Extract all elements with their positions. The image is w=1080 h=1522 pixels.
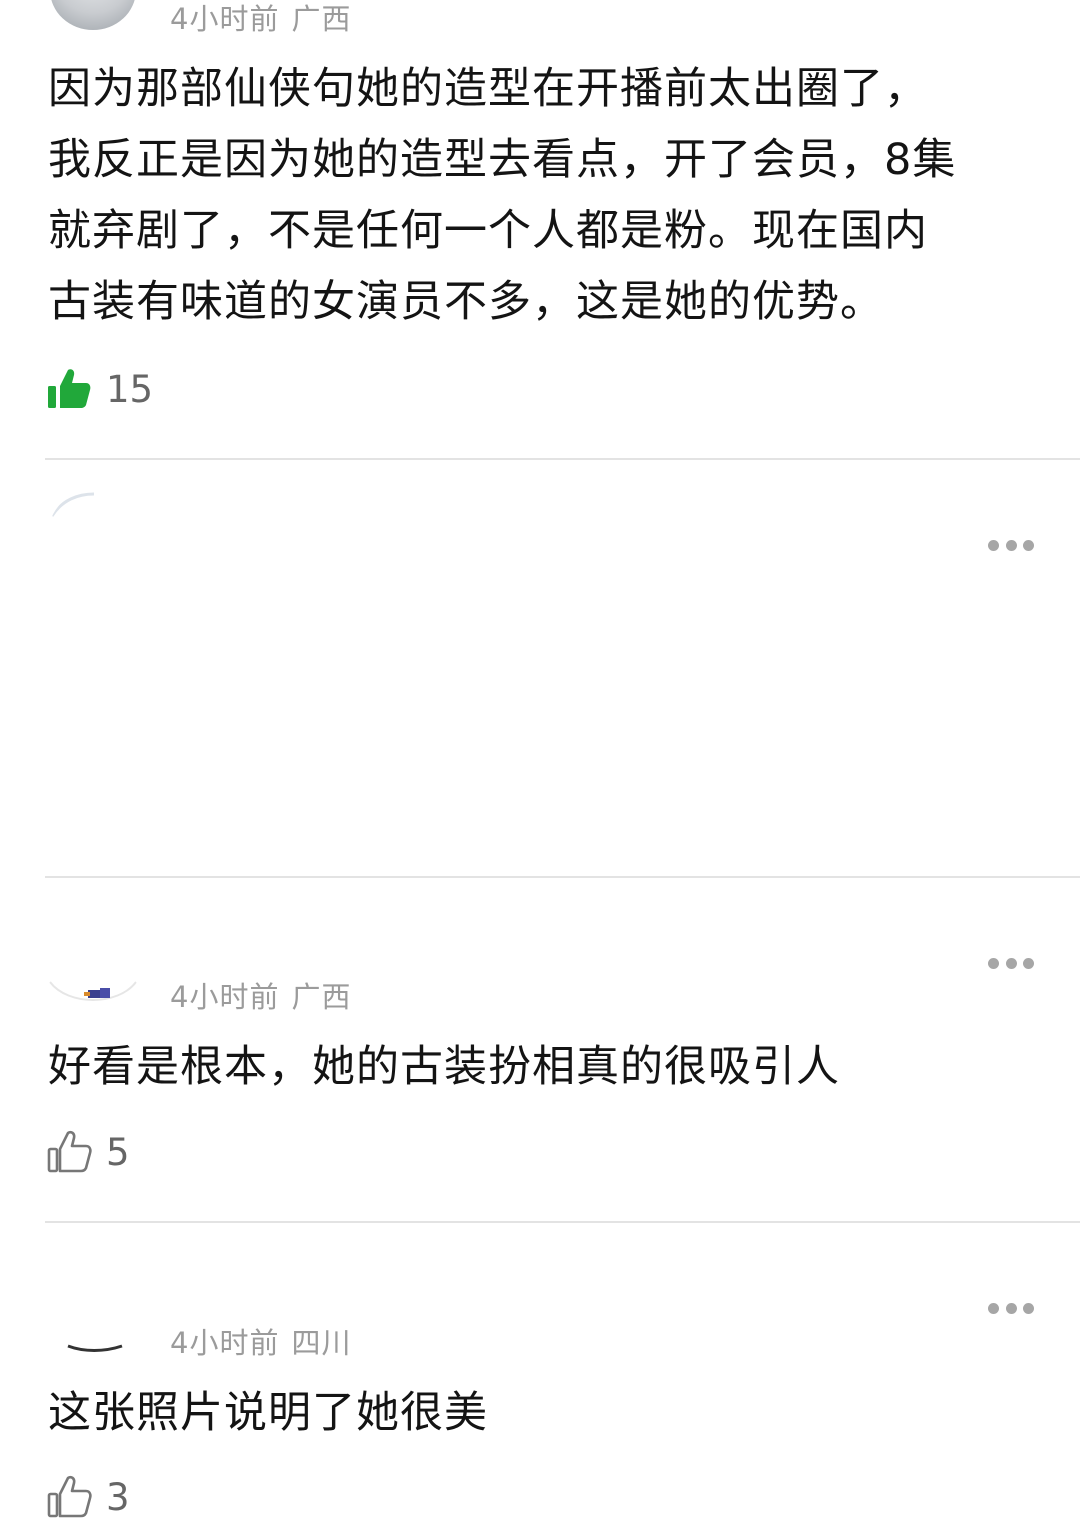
more-options-icon[interactable]: [988, 957, 1034, 969]
comment-time: 4小时前: [170, 2, 280, 36]
comment-location: 四川: [291, 1326, 352, 1360]
thumbs-up-outline-icon: [46, 1474, 92, 1520]
comment-meta: 4小时前 四川: [170, 1320, 351, 1362]
like-button[interactable]: 5: [46, 1127, 130, 1177]
more-options-icon[interactable]: [988, 539, 1034, 551]
more-options-icon[interactable]: [988, 1302, 1034, 1314]
avatar[interactable]: [60, 1320, 130, 1356]
comment-location: 广西: [291, 2, 352, 36]
comment-divider: [45, 458, 1080, 460]
comment-text: 这张照片说明了她很美: [48, 1388, 488, 1438]
comment-text: 因为那部仙侠句她的造型在开播前太出圈了， 我反正是因为她的造型去看点，开了会员，…: [48, 54, 1048, 338]
comment-text-line: 就弃剧了，不是任何一个人都是粉。现在国内: [48, 206, 928, 256]
thumbs-up-outline-icon: [46, 1129, 92, 1175]
comment-text-line: 因为那部仙侠句她的造型在开播前太出圈了，: [48, 64, 928, 114]
like-count: 5: [106, 1130, 130, 1174]
comment-divider: [45, 876, 1080, 878]
avatar[interactable]: [48, 966, 138, 1010]
like-count: 3: [106, 1475, 130, 1519]
avatar[interactable]: [50, 0, 136, 30]
comment-time: 4小时前: [170, 980, 280, 1014]
thumbs-up-filled-icon: [46, 366, 92, 412]
comment-text-line: 古装有味道的女演员不多，这是她的优势。: [48, 277, 884, 327]
comment-time: 4小时前: [170, 1326, 280, 1360]
like-button[interactable]: 3: [46, 1472, 130, 1522]
comment-meta: 4小时前 广西: [170, 974, 351, 1016]
comment-text-line: 我反正是因为她的造型去看点，开了会员，8集: [48, 135, 957, 185]
comment-location: 广西: [291, 980, 352, 1014]
avatar[interactable]: [48, 490, 138, 580]
comment-meta: 4小时前 广西: [170, 0, 351, 38]
comment-divider: [45, 1221, 1080, 1223]
comment-text: 好看是根本，她的古装扮相真的很吸引人: [48, 1042, 840, 1092]
like-button[interactable]: 15: [46, 364, 153, 414]
like-count: 15: [106, 367, 154, 411]
